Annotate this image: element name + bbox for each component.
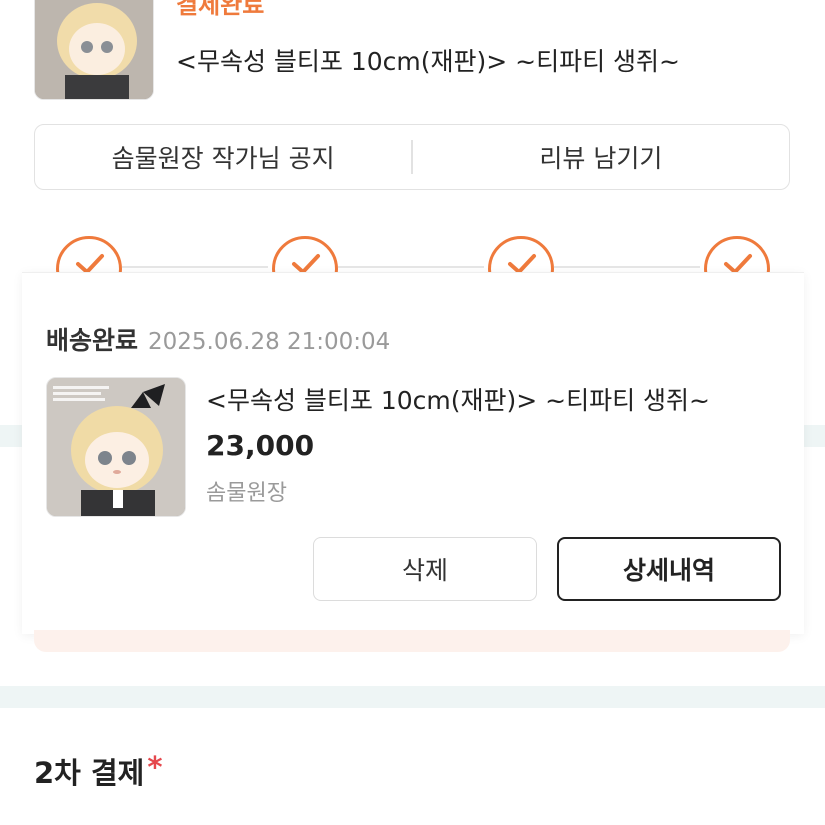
delete-button[interactable]: 삭제 xyxy=(313,537,537,601)
order-progress xyxy=(0,228,825,278)
second-payment-title: 2차 결제 * xyxy=(34,750,163,792)
card-bottom-edge xyxy=(34,630,790,652)
progress-line xyxy=(554,266,700,268)
doll-image xyxy=(35,0,153,99)
product-thumbnail[interactable] xyxy=(34,0,154,100)
delivery-popup: 배송완료 2025.06.28 21:00:04 <무속성 블티포 10cm(재… xyxy=(22,272,804,634)
section-divider xyxy=(0,686,825,708)
product-title[interactable]: <무속성 블티포 10cm(재판)> ~티파티 생쥐~ xyxy=(206,381,710,417)
section-title-text: 2차 결제 xyxy=(34,756,145,790)
order-detail-button[interactable]: 상세내역 xyxy=(557,537,781,601)
delivery-date: 2025.06.28 21:00:04 xyxy=(148,329,391,355)
popup-header: 배송완료 2025.06.28 21:00:04 xyxy=(46,321,390,357)
seller-notice-button[interactable]: 솜물원장 작가님 공지 xyxy=(35,139,411,175)
progress-line xyxy=(122,266,268,268)
progress-line xyxy=(338,266,484,268)
order-status: 결제완료 xyxy=(176,0,265,19)
required-mark: * xyxy=(147,750,163,784)
cut-off-row xyxy=(34,812,634,825)
delivery-status: 배송완료 xyxy=(46,326,139,355)
product-price: 23,000 xyxy=(206,429,315,462)
write-review-button[interactable]: 리뷰 남기기 xyxy=(413,139,789,175)
product-thumbnail[interactable] xyxy=(46,377,186,517)
seller-name[interactable]: 솜물원장 xyxy=(206,475,287,507)
order-action-bar: 솜물원장 작가님 공지 리뷰 남기기 xyxy=(34,124,790,190)
background-band xyxy=(803,425,825,447)
product-title[interactable]: <무속성 블티포 10cm(재판)> ~티파티 생쥐~ xyxy=(176,46,680,78)
doll-image xyxy=(47,378,185,516)
